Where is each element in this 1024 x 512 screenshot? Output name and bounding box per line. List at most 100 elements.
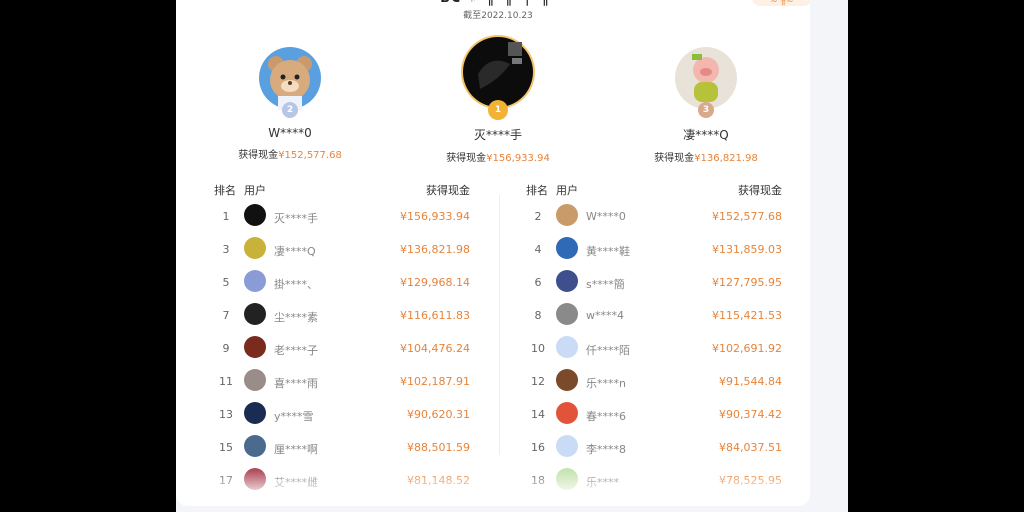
podium-name: W****0 bbox=[268, 126, 312, 140]
podium-cash: 获得现金¥156,933.94 bbox=[408, 149, 588, 164]
row-rank: 14 bbox=[531, 408, 545, 421]
row-cash: ¥129,968.14 bbox=[400, 276, 470, 289]
row-cash: ¥90,620.31 bbox=[407, 408, 470, 421]
podium-name: 灭****手 bbox=[473, 128, 522, 142]
user-avatar bbox=[556, 336, 578, 358]
row-user: 凄****Q bbox=[274, 245, 316, 258]
row-cash: ¥88,501.59 bbox=[407, 441, 470, 454]
row-rank: 13 bbox=[219, 408, 233, 421]
user-avatar bbox=[244, 270, 266, 292]
table-row[interactable]: 7 尘****素 ¥116,611.83 bbox=[206, 299, 486, 332]
cash-label: 获得现金 bbox=[654, 153, 695, 164]
row-user: 掛****、 bbox=[274, 278, 318, 291]
table-row[interactable]: 14 春****6 ¥90,374.42 bbox=[518, 398, 798, 431]
podium-third[interactable]: 3 凄****Q 获得现金¥136,821.98 bbox=[616, 46, 796, 164]
table-row[interactable]: 11 喜****雨 ¥102,187.91 bbox=[206, 365, 486, 398]
user-avatar bbox=[244, 303, 266, 325]
podium-name: 凄****Q bbox=[683, 128, 729, 142]
row-user: 李****8 bbox=[586, 443, 626, 456]
user-avatar bbox=[556, 270, 578, 292]
row-cash: ¥102,187.91 bbox=[400, 375, 470, 388]
header-user: 用户 bbox=[556, 184, 578, 197]
rules-badge[interactable]: ≈ ╫≈ bbox=[752, 0, 810, 6]
row-rank: 5 bbox=[222, 276, 230, 289]
table-row[interactable]: 13 y****雪 ¥90,620.31 bbox=[206, 398, 486, 431]
podium-avatar-pig: 3 bbox=[674, 46, 738, 118]
leaderboard-card: ьс ♯ ╫ ╗ ╪ ╥ 截至2022.10.23 ≈ ╫≈ 2 W** bbox=[176, 0, 810, 506]
header-rank: 排名 bbox=[526, 184, 548, 197]
table-row[interactable]: 10 仟****陌 ¥102,691.92 bbox=[518, 332, 798, 365]
row-rank: 2 bbox=[534, 210, 542, 223]
scroll-fade bbox=[176, 470, 810, 506]
row-cash: ¥91,544.84 bbox=[719, 375, 782, 388]
column-divider bbox=[499, 195, 500, 455]
row-cash: ¥127,795.95 bbox=[712, 276, 782, 289]
row-cash: ¥84,037.51 bbox=[719, 441, 782, 454]
table-row[interactable]: 1 灭****手 ¥156,933.94 bbox=[206, 200, 486, 233]
podium-avatar-bear: 2 bbox=[258, 46, 322, 118]
cash-amount: ¥156,933.94 bbox=[486, 153, 550, 164]
row-rank: 15 bbox=[219, 441, 233, 454]
row-cash: ¥152,577.68 bbox=[712, 210, 782, 223]
user-avatar bbox=[556, 204, 578, 226]
table-row[interactable]: 2 W****0 ¥152,577.68 bbox=[518, 200, 798, 233]
user-avatar bbox=[556, 402, 578, 424]
table-row[interactable]: 4 黄****鞋 ¥131,859.03 bbox=[518, 233, 798, 266]
row-cash: ¥104,476.24 bbox=[400, 342, 470, 355]
cash-label: 获得现金 bbox=[446, 153, 487, 164]
user-avatar bbox=[244, 369, 266, 391]
row-user: 喜****雨 bbox=[274, 377, 318, 390]
header-cash: 获得现金 bbox=[738, 184, 782, 197]
row-user: w****4 bbox=[586, 309, 624, 322]
ranking-list-left: 排名 用户 获得现金 1 灭****手 ¥156,933.94 3 凄****Q ¥136… bbox=[206, 176, 486, 497]
user-avatar bbox=[556, 435, 578, 457]
podium-cash: 获得现金¥136,821.98 bbox=[616, 149, 796, 164]
table-header: 排名 用户 获得现金 bbox=[206, 176, 486, 200]
table-row[interactable]: 16 李****8 ¥84,037.51 bbox=[518, 431, 798, 464]
row-user: 春****6 bbox=[586, 410, 626, 423]
user-avatar bbox=[244, 204, 266, 226]
dark-avatar-icon bbox=[461, 35, 535, 109]
page-title: ьс ♯ ╫ ╗ ╪ ╥ bbox=[436, 0, 556, 8]
row-user: 老****子 bbox=[274, 344, 318, 357]
header-cash: 获得现金 bbox=[426, 184, 470, 197]
row-cash: ¥136,821.98 bbox=[400, 243, 470, 256]
row-user: 厘****啊 bbox=[274, 443, 318, 456]
podium-first[interactable]: 1 灭****手 获得现金¥156,933.94 bbox=[408, 34, 588, 164]
table-row[interactable]: 15 厘****啊 ¥88,501.59 bbox=[206, 431, 486, 464]
table-row[interactable]: 6 s****簡 ¥127,795.95 bbox=[518, 266, 798, 299]
user-avatar bbox=[244, 237, 266, 259]
user-avatar bbox=[244, 435, 266, 457]
cutoff-date: 截至2022.10.23 bbox=[463, 11, 533, 21]
row-rank: 16 bbox=[531, 441, 545, 454]
podium-avatar-dark: 1 bbox=[460, 34, 536, 120]
user-avatar bbox=[556, 303, 578, 325]
podium-second[interactable]: 2 W****0 获得现金¥152,577.68 bbox=[200, 46, 380, 161]
row-user: 黄****鞋 bbox=[586, 245, 630, 258]
row-cash: ¥156,933.94 bbox=[400, 210, 470, 223]
table-row[interactable]: 9 老****子 ¥104,476.24 bbox=[206, 332, 486, 365]
row-user: y****雪 bbox=[274, 410, 314, 423]
pig-avatar-icon bbox=[675, 47, 737, 109]
ranking-list-right: 排名 用户 获得现金 2 W****0 ¥152,577.68 4 黄****鞋 ¥131… bbox=[518, 176, 798, 497]
row-cash: ¥116,611.83 bbox=[400, 309, 470, 322]
row-rank: 3 bbox=[222, 243, 230, 256]
row-cash: ¥90,374.42 bbox=[719, 408, 782, 421]
table-row[interactable]: 12 乐****n ¥91,544.84 bbox=[518, 365, 798, 398]
user-avatar bbox=[244, 336, 266, 358]
row-user: 灭****手 bbox=[274, 212, 318, 225]
table-row[interactable]: 8 w****4 ¥115,421.53 bbox=[518, 299, 798, 332]
row-user: s****簡 bbox=[586, 278, 625, 291]
header-user: 用户 bbox=[244, 184, 266, 197]
table-row[interactable]: 5 掛****、 ¥129,968.14 bbox=[206, 266, 486, 299]
user-avatar bbox=[244, 402, 266, 424]
table-row[interactable]: 3 凄****Q ¥136,821.98 bbox=[206, 233, 486, 266]
cash-amount: ¥136,821.98 bbox=[694, 153, 758, 164]
row-rank: 11 bbox=[219, 375, 233, 388]
cash-label: 获得现金 bbox=[238, 150, 279, 161]
row-rank: 7 bbox=[222, 309, 230, 322]
table-header: 排名 用户 获得现金 bbox=[518, 176, 798, 200]
row-user: 乐****n bbox=[586, 377, 626, 390]
row-rank: 10 bbox=[531, 342, 545, 355]
row-rank: 1 bbox=[222, 210, 230, 223]
